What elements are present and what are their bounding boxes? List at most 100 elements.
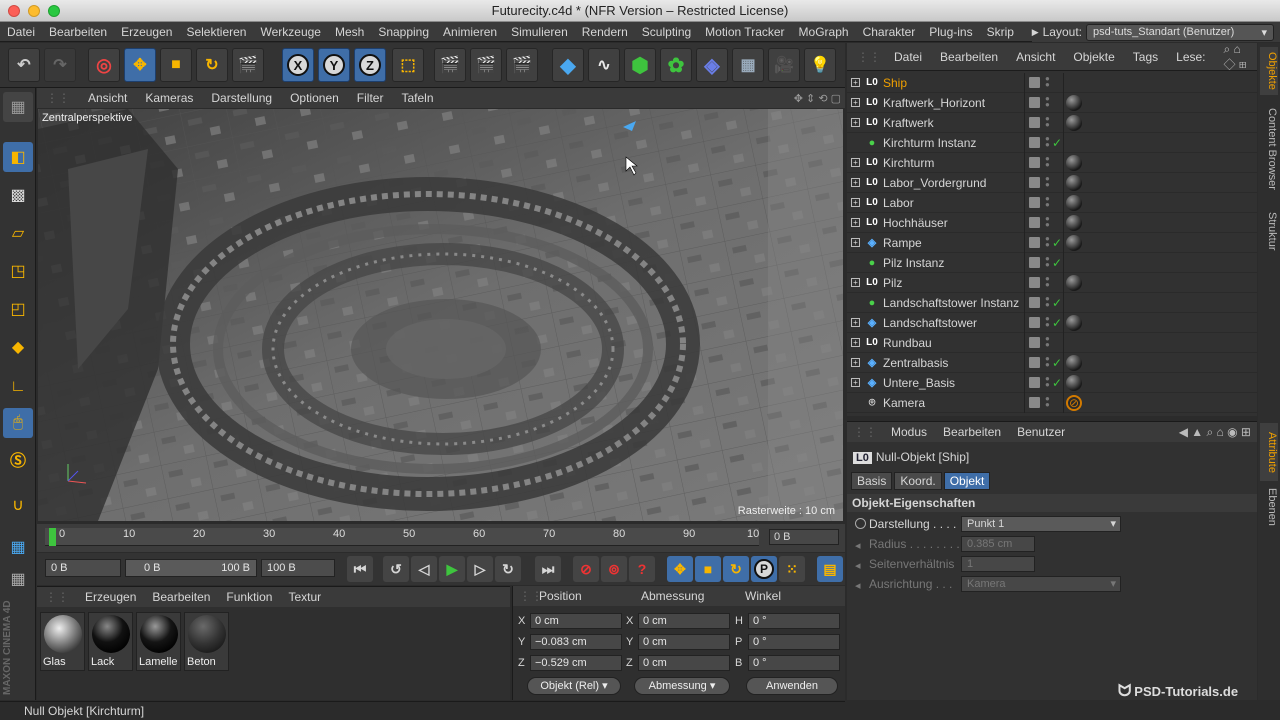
make-editable-button[interactable]: ▦: [3, 92, 33, 122]
prev-frame-button[interactable]: ◁: [411, 556, 437, 582]
visibility-dots-icon[interactable]: ● ●: [1045, 275, 1050, 289]
menu-snapping[interactable]: Snapping: [371, 25, 436, 39]
viewport-menu-ansicht[interactable]: Ansicht: [79, 91, 136, 105]
expand-icon[interactable]: +: [851, 358, 860, 367]
axis-mode-button[interactable]: ∟: [3, 372, 33, 402]
layer-flag-icon[interactable]: [1029, 397, 1040, 408]
keyframe-selection-button[interactable]: ?: [629, 556, 655, 582]
menu-werkzeuge[interactable]: Werkzeuge: [253, 25, 327, 39]
material-item[interactable]: Lamelle: [136, 612, 181, 671]
undo-button[interactable]: ↶: [8, 48, 40, 82]
menu-mograph[interactable]: MoGraph: [792, 25, 856, 39]
enabled-check-icon[interactable]: ✓: [1052, 313, 1062, 333]
enabled-check-icon[interactable]: ✓: [1052, 293, 1062, 313]
material-menu-erzeugen[interactable]: Erzeugen: [77, 590, 144, 604]
visibility-dots-icon[interactable]: ● ●: [1045, 355, 1050, 369]
apply-button[interactable]: Anwenden: [746, 677, 838, 695]
add-light-button[interactable]: 💡: [804, 48, 836, 82]
layer-flag-icon[interactable]: [1029, 237, 1040, 248]
record-button[interactable]: ⊘: [573, 556, 599, 582]
menu-animieren[interactable]: Animieren: [436, 25, 504, 39]
add-nurbs-button[interactable]: ⬢: [624, 48, 656, 82]
object-row[interactable]: ● Pilz Instanz ● ● ✓: [847, 253, 1257, 273]
object-menu-objekte[interactable]: Objekte: [1064, 50, 1123, 64]
key-parameter-button[interactable]: P: [751, 556, 777, 582]
tweak-mode-button[interactable]: 🖱: [3, 408, 33, 438]
y-axis-lock-button[interactable]: Y: [318, 48, 350, 82]
rotation-p-field[interactable]: 0 °: [748, 634, 840, 650]
visibility-dots-icon[interactable]: ● ●: [1045, 375, 1050, 389]
tab-koord[interactable]: Koord.: [894, 472, 942, 490]
snapping-button[interactable]: Ⓢ: [3, 444, 33, 474]
menu-datei[interactable]: Datei: [0, 25, 42, 39]
layer-flag-icon[interactable]: [1029, 337, 1040, 348]
recent-tools-button[interactable]: 🎬: [232, 48, 264, 82]
rotation-b-field[interactable]: 0 °: [748, 655, 840, 671]
play-button[interactable]: ▶: [439, 556, 465, 582]
object-row[interactable]: + L0 Labor ● ●: [847, 193, 1257, 213]
visibility-dots-icon[interactable]: ● ●: [1045, 175, 1050, 189]
key-position-button[interactable]: ✥: [667, 556, 693, 582]
visibility-dots-icon[interactable]: ● ●: [1045, 215, 1050, 229]
viewport-navigation-icons[interactable]: ✥ ⇕ ⟲ ▢: [785, 92, 845, 105]
material-tag-icon[interactable]: [1066, 235, 1082, 251]
viewport-menu-darstellung[interactable]: Darstellung: [202, 91, 281, 105]
coordinate-system-button[interactable]: ⬚: [392, 48, 424, 82]
layer-flag-icon[interactable]: [1029, 297, 1040, 308]
material-tag-icon[interactable]: [1066, 355, 1082, 371]
timeline-ruler[interactable]: 0 10 20 30 40 50 60 70 80 90 10: [45, 528, 759, 546]
menu-selektieren[interactable]: Selektieren: [179, 25, 253, 39]
next-frame-button[interactable]: ▷: [467, 556, 493, 582]
material-item[interactable]: Lack: [88, 612, 133, 671]
layer-flag-icon[interactable]: [1029, 217, 1040, 228]
live-selection-button[interactable]: ◎: [88, 48, 120, 82]
viewport-menu-kameras[interactable]: Kameras: [136, 91, 202, 105]
menu-motion-tracker[interactable]: Motion Tracker: [698, 25, 791, 39]
object-row[interactable]: + ◈ Landschaftstower ● ● ✓: [847, 313, 1257, 333]
enabled-check-icon[interactable]: ✓: [1052, 233, 1062, 253]
material-tag-icon[interactable]: [1066, 95, 1082, 111]
render-picture-viewer-button[interactable]: 🎬: [470, 48, 502, 82]
edges-mode-button[interactable]: ◰: [3, 294, 33, 324]
timeline-playhead[interactable]: [49, 528, 56, 546]
next-key-button[interactable]: ↻: [495, 556, 521, 582]
material-tag-icon[interactable]: [1066, 375, 1082, 391]
object-row[interactable]: + L0 Kirchturm ● ●: [847, 153, 1257, 173]
visibility-dots-icon[interactable]: ● ●: [1045, 195, 1050, 209]
polygons-mode-button[interactable]: ◆: [3, 332, 33, 362]
visibility-dots-icon[interactable]: ● ●: [1045, 135, 1050, 149]
magnet-button[interactable]: ∪: [3, 490, 33, 520]
object-row[interactable]: ● Kirchturm Instanz ● ● ✓: [847, 133, 1257, 153]
layout-select[interactable]: psd-tuts_Standart (Benutzer) ▾: [1086, 23, 1274, 41]
object-row[interactable]: + ◈ Untere_Basis ● ● ✓: [847, 373, 1257, 393]
workplane-mode-button[interactable]: ▱: [3, 218, 33, 248]
layer-flag-icon[interactable]: [1029, 137, 1040, 148]
enabled-check-icon[interactable]: ✓: [1052, 253, 1062, 273]
object-menu-ansicht[interactable]: Ansicht: [1007, 50, 1064, 64]
goto-start-button[interactable]: ⏮: [347, 556, 373, 582]
menu-skript[interactable]: Skrip: [980, 25, 1021, 39]
tab-attribute[interactable]: Attribute: [1260, 423, 1278, 481]
layer-flag-icon[interactable]: [1029, 197, 1040, 208]
key-points-button[interactable]: ⁙: [779, 556, 805, 582]
minimize-window-button[interactable]: [28, 5, 40, 17]
tab-content-browser[interactable]: Content Browser: [1260, 101, 1278, 197]
menu-simulieren[interactable]: Simulieren: [504, 25, 575, 39]
lock-workplane-button[interactable]: ▦: [3, 532, 33, 562]
material-menu-bearbeiten[interactable]: Bearbeiten: [144, 590, 218, 604]
size-z-field[interactable]: 0 cm: [638, 655, 730, 671]
start-frame-field[interactable]: 0 B: [45, 559, 121, 577]
attribute-menu-modus[interactable]: Modus: [883, 425, 935, 439]
tab-ebenen[interactable]: Ebenen: [1260, 485, 1278, 529]
material-tag-icon[interactable]: [1066, 215, 1082, 231]
tab-objekte[interactable]: Objekte: [1260, 47, 1278, 95]
material-menu-textur[interactable]: Textur: [280, 590, 329, 604]
object-menu-datei[interactable]: Datei: [885, 50, 931, 64]
expand-icon[interactable]: +: [851, 78, 860, 87]
render-view-button[interactable]: 🎬: [434, 48, 466, 82]
visibility-dots-icon[interactable]: ● ●: [1045, 115, 1050, 129]
planar-workplane-button[interactable]: ▦: [3, 564, 33, 594]
object-row[interactable]: ⌾ Kamera ● ● ⊘: [847, 393, 1257, 413]
display-dropdown[interactable]: Punkt 1 ▾: [961, 516, 1121, 532]
layer-flag-icon[interactable]: [1029, 117, 1040, 128]
